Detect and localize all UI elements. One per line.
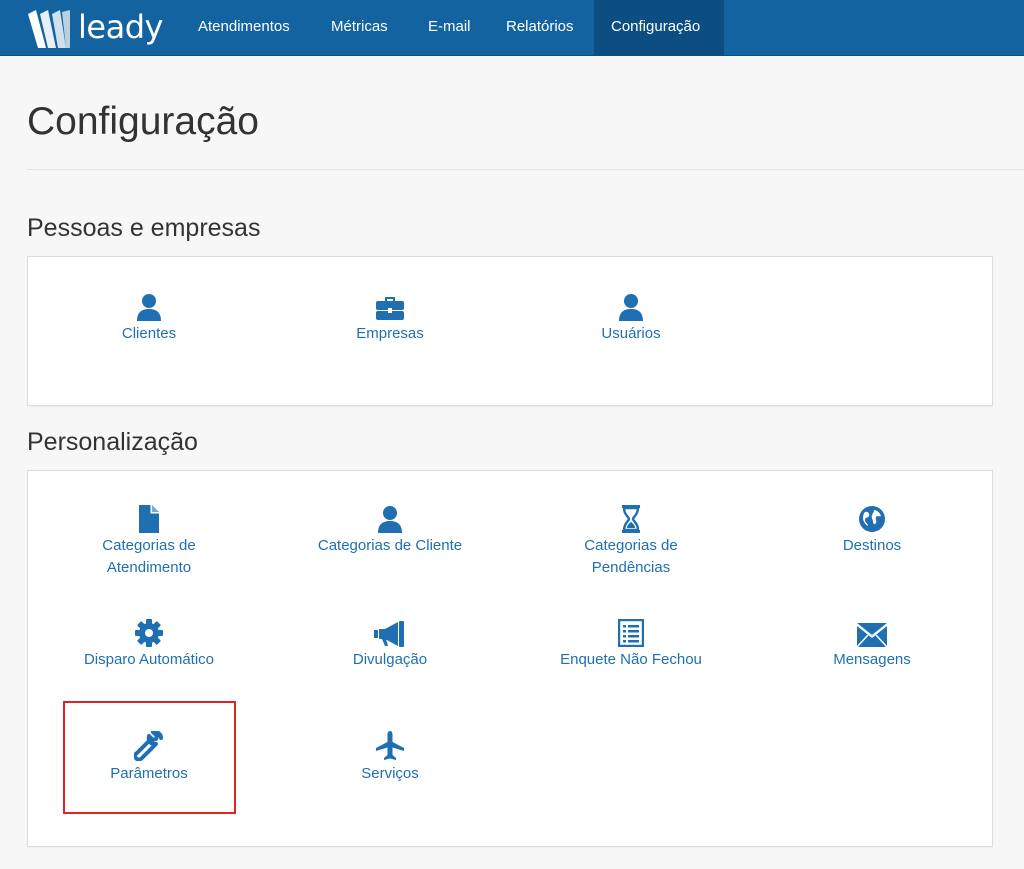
globe-icon xyxy=(767,503,977,533)
nav-relatorios[interactable]: Relatórios xyxy=(489,0,591,56)
file-icon xyxy=(44,503,254,533)
tile-servicos[interactable]: Serviços xyxy=(285,731,495,785)
tile-label: Serviços xyxy=(361,765,419,782)
tile-label: Categorias de Atendimento xyxy=(102,537,196,576)
tile-label: Empresas xyxy=(356,325,424,342)
tile-categorias-atendimento[interactable]: Categorias de Atendimento xyxy=(44,503,254,579)
tile-label: Usuários xyxy=(601,325,661,342)
tile-label: Categorias de Pendências xyxy=(584,537,678,576)
tile-mensagens[interactable]: Mensagens xyxy=(767,617,977,671)
section-title-personalizacao: Personalização xyxy=(27,428,198,456)
tile-label: Divulgação xyxy=(352,651,428,668)
section-title-pessoas: Pessoas e empresas xyxy=(27,214,261,242)
tile-empresas[interactable]: Empresas xyxy=(285,291,495,345)
tile-label: Enquete Não Fechou xyxy=(560,651,702,668)
brand-name: leady xyxy=(78,8,163,46)
tile-destinos[interactable]: Destinos xyxy=(767,503,977,557)
nav-configuracao[interactable]: Configuração xyxy=(594,0,724,56)
gear-icon xyxy=(44,617,254,647)
briefcase-icon xyxy=(285,291,495,321)
tile-label: Destinos xyxy=(842,537,902,554)
tile-clientes[interactable]: Clientes xyxy=(44,291,254,345)
tile-usuarios[interactable]: Usuários xyxy=(526,291,736,345)
plane-icon xyxy=(285,731,495,761)
megaphone-icon xyxy=(285,617,495,647)
user-icon xyxy=(44,291,254,321)
tile-label: Disparo Automático xyxy=(83,651,215,668)
tile-divulgacao[interactable]: Divulgação xyxy=(285,617,495,671)
page-title: Configuração xyxy=(27,100,259,143)
brand-logo[interactable]: leady xyxy=(26,5,163,51)
user-icon xyxy=(526,291,736,321)
title-divider xyxy=(27,169,1024,170)
tile-label: Categorias de Cliente xyxy=(317,537,463,554)
panel-pessoas-empresas: Clientes Empresas Usuários xyxy=(27,256,993,406)
user-icon xyxy=(285,503,495,533)
tile-disparo-automatico[interactable]: Disparo Automático xyxy=(44,617,254,671)
list-icon xyxy=(526,617,736,647)
tile-categorias-cliente[interactable]: Categorias de Cliente xyxy=(285,503,495,557)
nav-metricas[interactable]: Métricas xyxy=(314,0,405,56)
highlight-box xyxy=(63,701,236,814)
tile-categorias-pendencias[interactable]: Categorias de Pendências xyxy=(526,503,736,579)
nav-email[interactable]: E-mail xyxy=(411,0,488,56)
hourglass-icon xyxy=(526,503,736,533)
top-navbar: leady Atendimentos Métricas E-mail Relat… xyxy=(0,0,1024,56)
tile-enquete-nao-fechou[interactable]: Enquete Não Fechou xyxy=(526,617,736,671)
leady-logo-icon xyxy=(28,10,70,48)
tile-label: Mensagens xyxy=(833,651,911,668)
tile-label: Clientes xyxy=(121,325,177,342)
nav-atendimentos[interactable]: Atendimentos xyxy=(181,0,307,56)
envelope-icon xyxy=(767,617,977,647)
